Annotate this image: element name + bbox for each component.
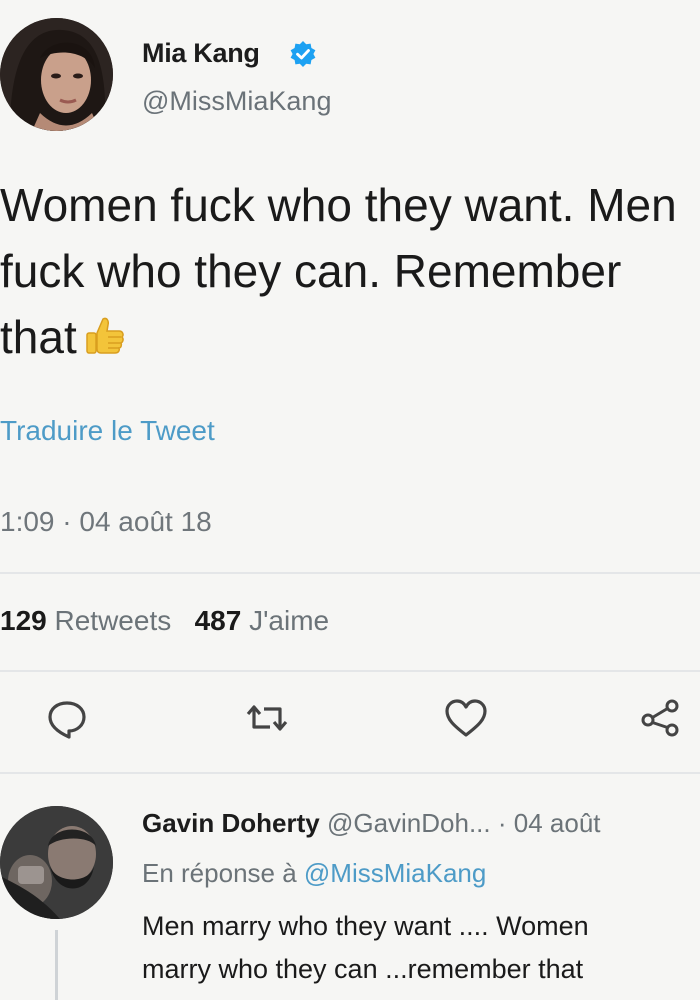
divider: [0, 670, 700, 672]
divider: [0, 572, 700, 574]
thread-line: [55, 930, 58, 1000]
share-icon[interactable]: [638, 695, 684, 741]
reply-text: Men marry who they want .... Women marry…: [142, 905, 700, 991]
reply-text-line: Men marry who they want .... Women: [142, 911, 589, 941]
tweet-text-line: Women fuck who they want. Men: [0, 179, 677, 231]
author-handle[interactable]: @MissMiaKang: [142, 86, 331, 117]
tweet-stats: 129 Retweets 487 J'aime: [0, 605, 329, 637]
reply-timestamp[interactable]: · 04 août: [498, 808, 601, 838]
likes-stat[interactable]: 487 J'aime: [195, 605, 330, 636]
tweet-text-line: that: [0, 304, 700, 374]
tweet-text: Women fuck who they want. Men fuck who t…: [0, 172, 700, 374]
divider: [0, 772, 700, 774]
thumbs-up-icon: [83, 308, 127, 374]
reply-text-line: marry who they can ...remember that: [142, 954, 584, 984]
retweet-icon[interactable]: [244, 695, 290, 741]
author-avatar[interactable]: [0, 18, 113, 131]
verified-badge-icon: [290, 41, 316, 67]
in-reply-to: En réponse à @MissMiaKang: [142, 858, 487, 888]
tweet-text-line: fuck who they can. Remember: [0, 245, 622, 297]
reply-icon[interactable]: [44, 695, 90, 741]
author-name[interactable]: Mia Kang: [142, 38, 260, 69]
reply-header: Gavin Doherty @GavinDoh... · 04 août: [142, 808, 601, 839]
reply-mention-link[interactable]: @MissMiaKang: [304, 858, 486, 888]
retweets-stat[interactable]: 129 Retweets: [0, 605, 171, 636]
reply-author-avatar[interactable]: [0, 806, 113, 919]
reply-author-name[interactable]: Gavin Doherty: [142, 808, 320, 838]
like-icon[interactable]: [443, 695, 489, 741]
translate-tweet-link[interactable]: Traduire le Tweet: [0, 415, 215, 447]
tweet-timestamp[interactable]: 1:09 · 04 août 18: [0, 506, 212, 538]
reply-author-handle[interactable]: @GavinDoh...: [327, 808, 491, 838]
